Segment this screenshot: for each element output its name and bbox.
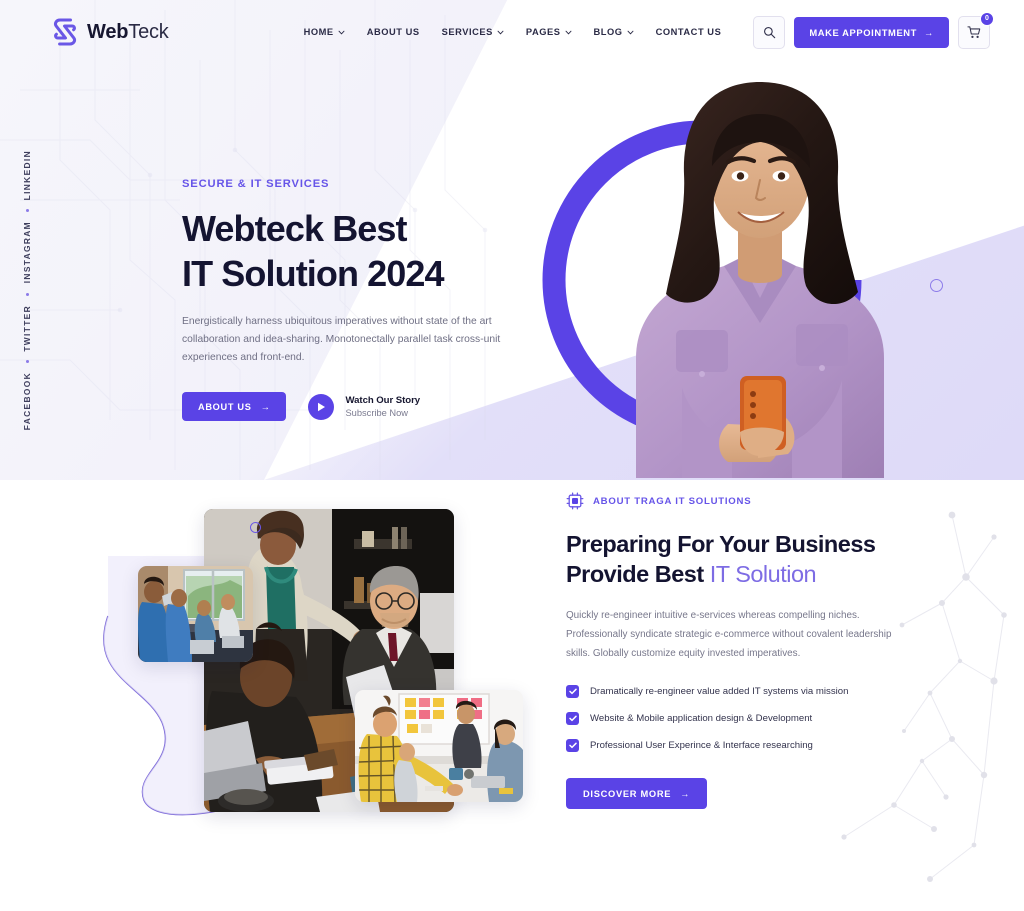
hero-about-us-button[interactable]: ABOUT US → [182,392,287,421]
make-appointment-label: MAKE APPOINTMENT [809,26,918,38]
checklist-text: Professional User Experince & Interface … [590,740,813,751]
hero-photo [620,58,900,478]
about-title-line2-bold: Provide Best [566,561,710,587]
chevron-down-icon [497,30,504,35]
play-icon [317,402,325,411]
checklist-item: Professional User Experince & Interface … [566,739,936,752]
landing-page: WebTeck HOME ABOUT US SERVICES PAGES BLO… [0,0,1024,911]
social-links-rail: LINKEDIN INSTAGRAM TWITTER FACEBOOK [22,150,32,431]
watch-text: Watch Our Story Subscribe Now [345,395,420,418]
check-icon [566,739,579,752]
social-link-twitter[interactable]: TWITTER [22,305,32,352]
chevron-down-icon [627,30,634,35]
arrow-right-icon: → [680,788,691,799]
nav-item-services[interactable]: SERVICES [442,27,504,37]
hero-eyebrow: SECURE & IT SERVICES [182,178,330,190]
nav-item-blog[interactable]: BLOG [594,27,634,37]
nav-label: CONTACT US [655,27,722,37]
arrow-right-icon: → [260,401,271,412]
about-photo-workshop-image [355,690,523,802]
about-image-collage [100,496,540,896]
about-photo-classroom-image [138,566,253,662]
watch-title: Watch Our Story [345,395,421,406]
shopping-cart-icon [966,25,980,38]
search-button[interactable] [753,15,786,49]
nav-label: SERVICES [441,27,493,37]
about-checklist: Dramatically re-engineer value added IT … [566,685,936,752]
hero-subtitle: Energistically harness ubiquitous impera… [182,316,501,363]
chevron-down-icon [338,30,345,35]
nav-label: BLOG [593,27,623,37]
social-separator-dot [25,209,29,213]
about-title: Preparing For Your Business Provide Best… [566,529,936,589]
hero-title: Webteck Best IT Solution 2024 [182,206,542,296]
check-icon [566,712,579,725]
about-section: ABOUT TRAGA IT SOLUTIONS Preparing For Y… [0,480,1024,911]
social-separator-dot [25,292,29,296]
social-link-instagram[interactable]: INSTAGRAM [22,221,32,283]
webteck-ribbon-logo-icon [53,18,77,46]
search-icon [763,26,776,38]
logo-text-bold: Web [87,20,129,43]
social-link-linkedin[interactable]: LINKEDIN [22,150,32,200]
nav-item-home[interactable]: HOME [304,27,345,37]
nav-label: PAGES [525,27,561,37]
watch-subtitle: Subscribe Now [345,408,409,418]
hero-cta-label: ABOUT US [198,401,252,412]
hero-visual [540,58,960,480]
about-badge: ABOUT TRAGA IT SOLUTIONS [566,492,936,510]
cart-count-badge: 0 [980,11,994,26]
check-icon [566,685,579,698]
hero-section: WebTeck HOME ABOUT US SERVICES PAGES BLO… [0,0,1024,480]
hero-title-line1: Webteck Best [182,208,408,249]
discover-more-button[interactable]: DISCOVER MORE → [566,778,708,809]
main-navigation: HOME ABOUT US SERVICES PAGES BLOG CONTAC… [304,27,722,37]
chevron-down-icon [565,30,571,35]
about-photo-workshop [355,690,523,802]
arrow-right-icon: → [924,26,934,38]
hero-photo-image [636,82,884,478]
site-header: WebTeck HOME ABOUT US SERVICES PAGES BLO… [0,0,1024,64]
nav-item-pages[interactable]: PAGES [526,27,572,37]
tiny-ring-decoration [250,522,261,533]
make-appointment-button[interactable]: MAKE APPOINTMENT → [794,16,949,48]
play-button[interactable] [308,393,335,420]
about-title-line1: Preparing For Your Business [566,531,876,557]
checklist-text: Website & Mobile application design & De… [590,713,813,724]
logo-text-light: Teck [128,20,169,43]
about-copy: ABOUT TRAGA IT SOLUTIONS Preparing For Y… [566,492,936,809]
watch-our-story[interactable]: Watch Our Story Subscribe Now [308,393,420,420]
nav-item-about-us[interactable]: ABOUT US [367,27,420,37]
about-paragraph: Quickly re-engineer intuitive e-services… [566,610,892,659]
about-photo-classroom [138,566,253,662]
nav-label: HOME [303,27,334,37]
checklist-item: Website & Mobile application design & De… [566,712,936,725]
hero-copy: SECURE & IT SERVICES Webteck Best IT Sol… [182,178,542,421]
social-link-facebook[interactable]: FACEBOOK [22,372,32,430]
cpu-chip-icon [566,492,584,510]
checklist-text: Dramatically re-engineer value added IT … [590,686,849,697]
social-separator-dot [25,360,29,364]
site-logo[interactable]: WebTeck [52,18,169,46]
hero-cta-row: ABOUT US → Watch Our Story Subscribe Now [182,392,542,421]
discover-more-label: DISCOVER MORE [583,788,672,799]
hero-title-line2: IT Solution 2024 [182,253,445,294]
logo-text: WebTeck [87,21,169,44]
header-actions: MAKE APPOINTMENT → 0 [753,11,994,49]
about-badge-label: ABOUT TRAGA IT SOLUTIONS [593,495,752,507]
cart-button[interactable]: 0 [958,11,994,49]
small-circle-decoration [930,279,943,292]
checklist-item: Dramatically re-engineer value added IT … [566,685,936,698]
nav-label: ABOUT US [366,27,420,37]
about-title-line2-accent: IT Solution [709,561,817,587]
nav-item-contact-us[interactable]: CONTACT US [656,27,722,37]
